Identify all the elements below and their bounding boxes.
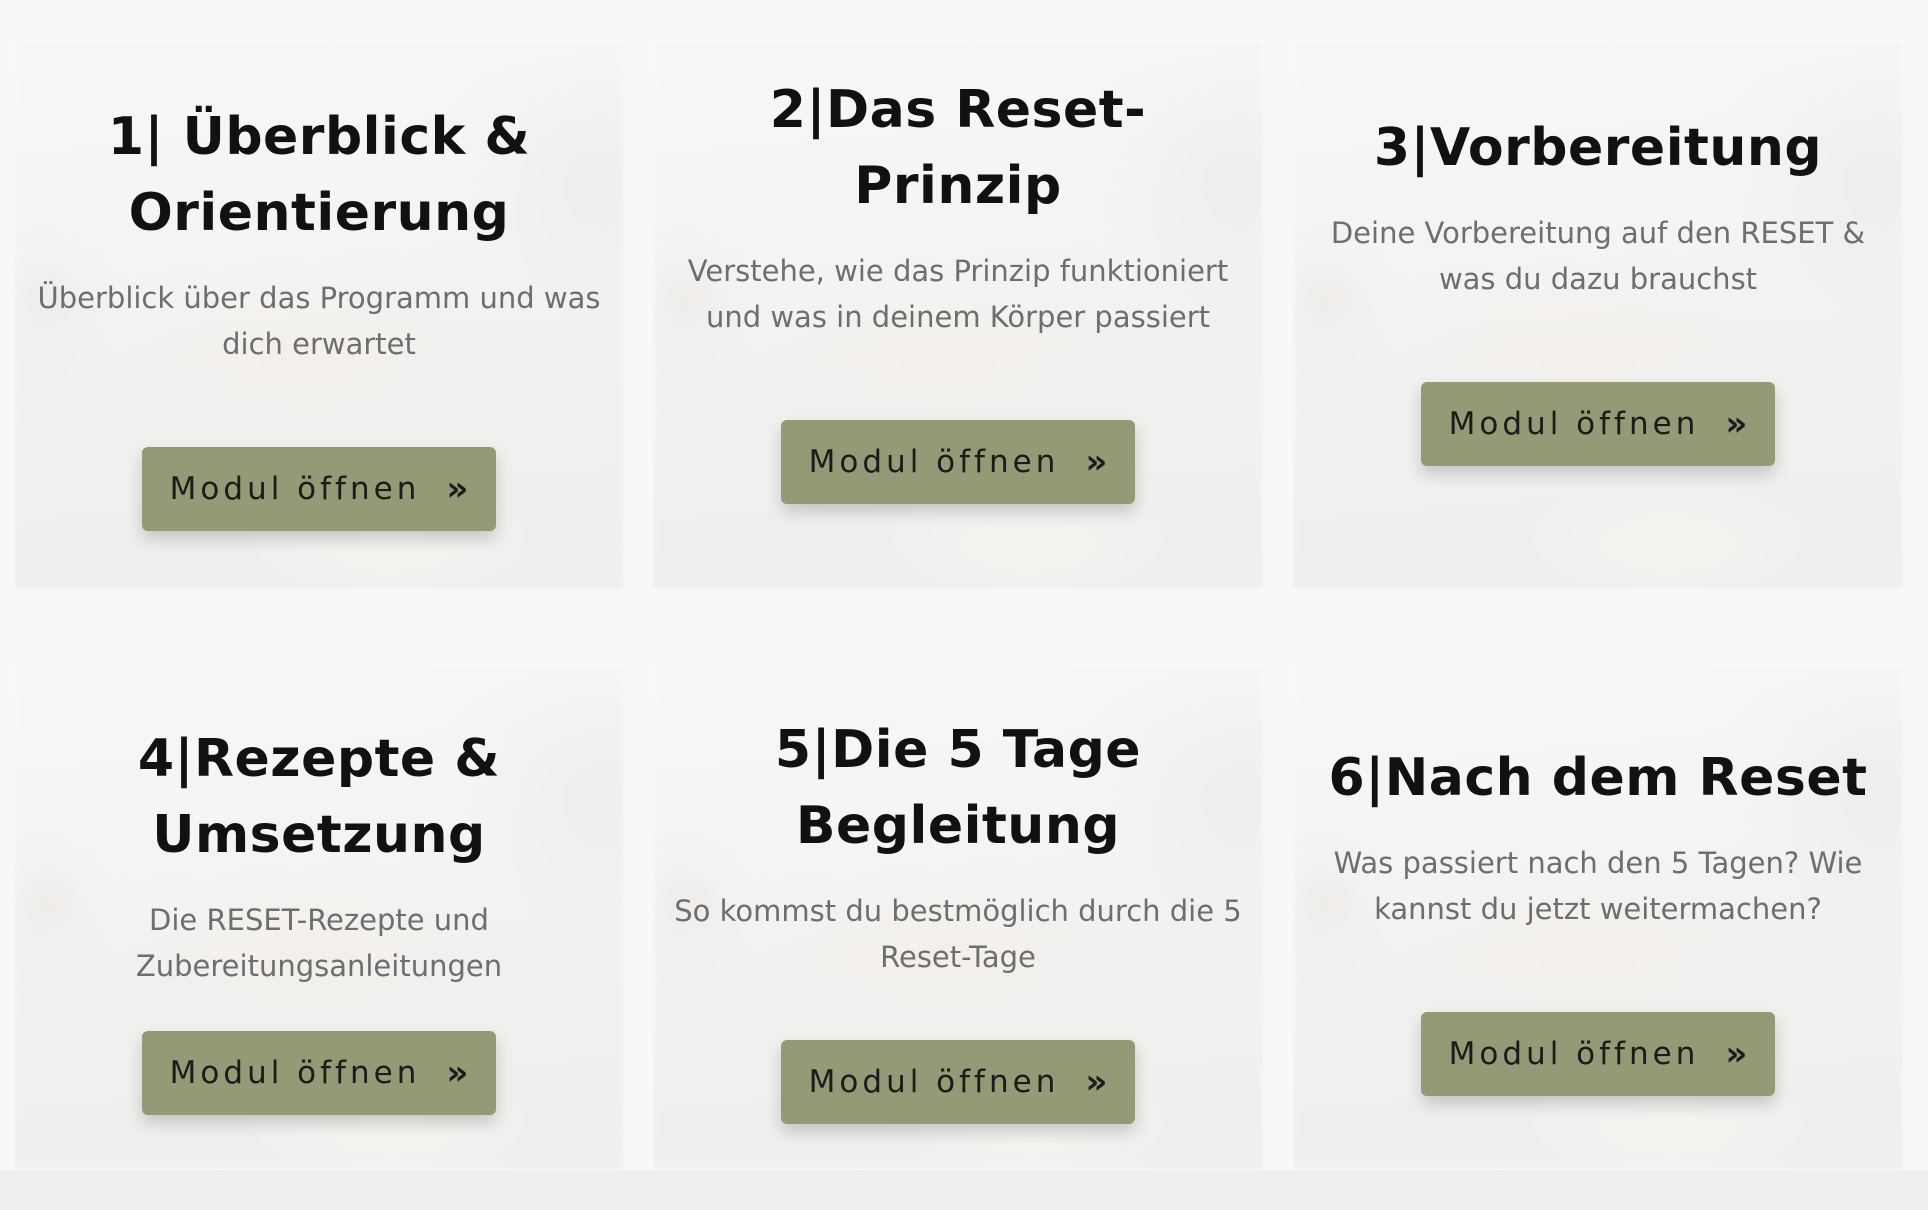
module-description: Verstehe, wie das Prinzip funktioniert u… (687, 254, 1229, 334)
double-chevron-right-icon: » (446, 1052, 469, 1093)
double-chevron-right-icon: » (1085, 442, 1108, 482)
module-title: 6|Nach dem Reset (1329, 740, 1868, 816)
double-chevron-right-icon: » (1725, 1033, 1748, 1074)
module-card-3: 3|Vorbereitung Deine Vorbereitung auf de… (1292, 40, 1904, 590)
module-description: Deine Vorbereitung auf den RESET & was d… (1330, 216, 1866, 296)
module-grid: 1| Überblick & Orientierung Überblick üb… (0, 0, 1928, 1210)
module-description: So kommst du bestmöglich durch die 5 Res… (674, 893, 1242, 974)
module-card-1: 1| Überblick & Orientierung Überblick üb… (13, 40, 625, 590)
module-title: 1| Überblick & Orientierung (108, 99, 530, 251)
double-chevron-right-icon: » (446, 469, 469, 509)
open-module-button[interactable]: Modul öffnen » (142, 447, 496, 531)
double-chevron-right-icon: » (1085, 1061, 1108, 1102)
module-title-line-1: 5|Die 5 Tage (774, 719, 1142, 780)
module-description: Was passiert nach den 5 Tagen? Wie kanns… (1333, 845, 1863, 926)
module-title: 4|Rezepte & Umsetzung (138, 721, 500, 873)
open-module-button-label: Modul öffnen (808, 1063, 1060, 1100)
open-module-button-label: Modul öffnen (169, 1054, 421, 1091)
module-title-line-1: 6|Nach dem Reset (1328, 747, 1868, 808)
module-title-line-2: Umsetzung (152, 804, 486, 865)
open-module-button-label: Modul öffnen (1448, 406, 1700, 442)
open-module-button[interactable]: Modul öffnen » (781, 420, 1135, 504)
module-title: 3|Vorbereitung (1374, 110, 1822, 186)
module-title-line-1: 3|Vorbereitung (1373, 118, 1823, 178)
open-module-button[interactable]: Modul öffnen » (142, 1030, 496, 1115)
module-description: Die RESET-Rezepte und Zubereitungsanleit… (135, 902, 503, 983)
module-title-line-1: 1| Überblick & (107, 107, 531, 167)
module-title-line-1: 4|Rezepte & (137, 728, 501, 789)
page-bottom-divider (0, 1170, 1928, 1210)
open-module-button-label: Modul öffnen (169, 471, 421, 507)
module-title-line-2: Begleitung (795, 795, 1121, 856)
module-card-4: 4|Rezepte & Umsetzung Die RESET-Rezepte … (13, 665, 625, 1170)
open-module-button[interactable]: Modul öffnen » (1421, 1011, 1775, 1096)
module-description: Überblick über das Programm und was dich… (37, 281, 601, 361)
module-card-6: 6|Nach dem Reset Was passiert nach den 5… (1292, 665, 1904, 1170)
module-card-2: 2|Das Reset-Prinzip Verstehe, wie das Pr… (652, 40, 1264, 590)
double-chevron-right-icon: » (1725, 404, 1748, 444)
module-card-5: 5|Die 5 Tage Begleitung So kommst du bes… (652, 665, 1264, 1170)
module-title-line-1: 2|Das Reset-Prinzip (769, 80, 1147, 216)
module-title: 2|Das Reset-Prinzip (674, 72, 1242, 224)
module-title-line-2: Orientierung (128, 183, 510, 243)
open-module-button-label: Modul öffnen (808, 444, 1060, 480)
open-module-button-label: Modul öffnen (1448, 1035, 1700, 1072)
open-module-button[interactable]: Modul öffnen » (1421, 382, 1775, 466)
module-title: 5|Die 5 Tage Begleitung (775, 712, 1141, 864)
open-module-button[interactable]: Modul öffnen » (781, 1039, 1135, 1124)
